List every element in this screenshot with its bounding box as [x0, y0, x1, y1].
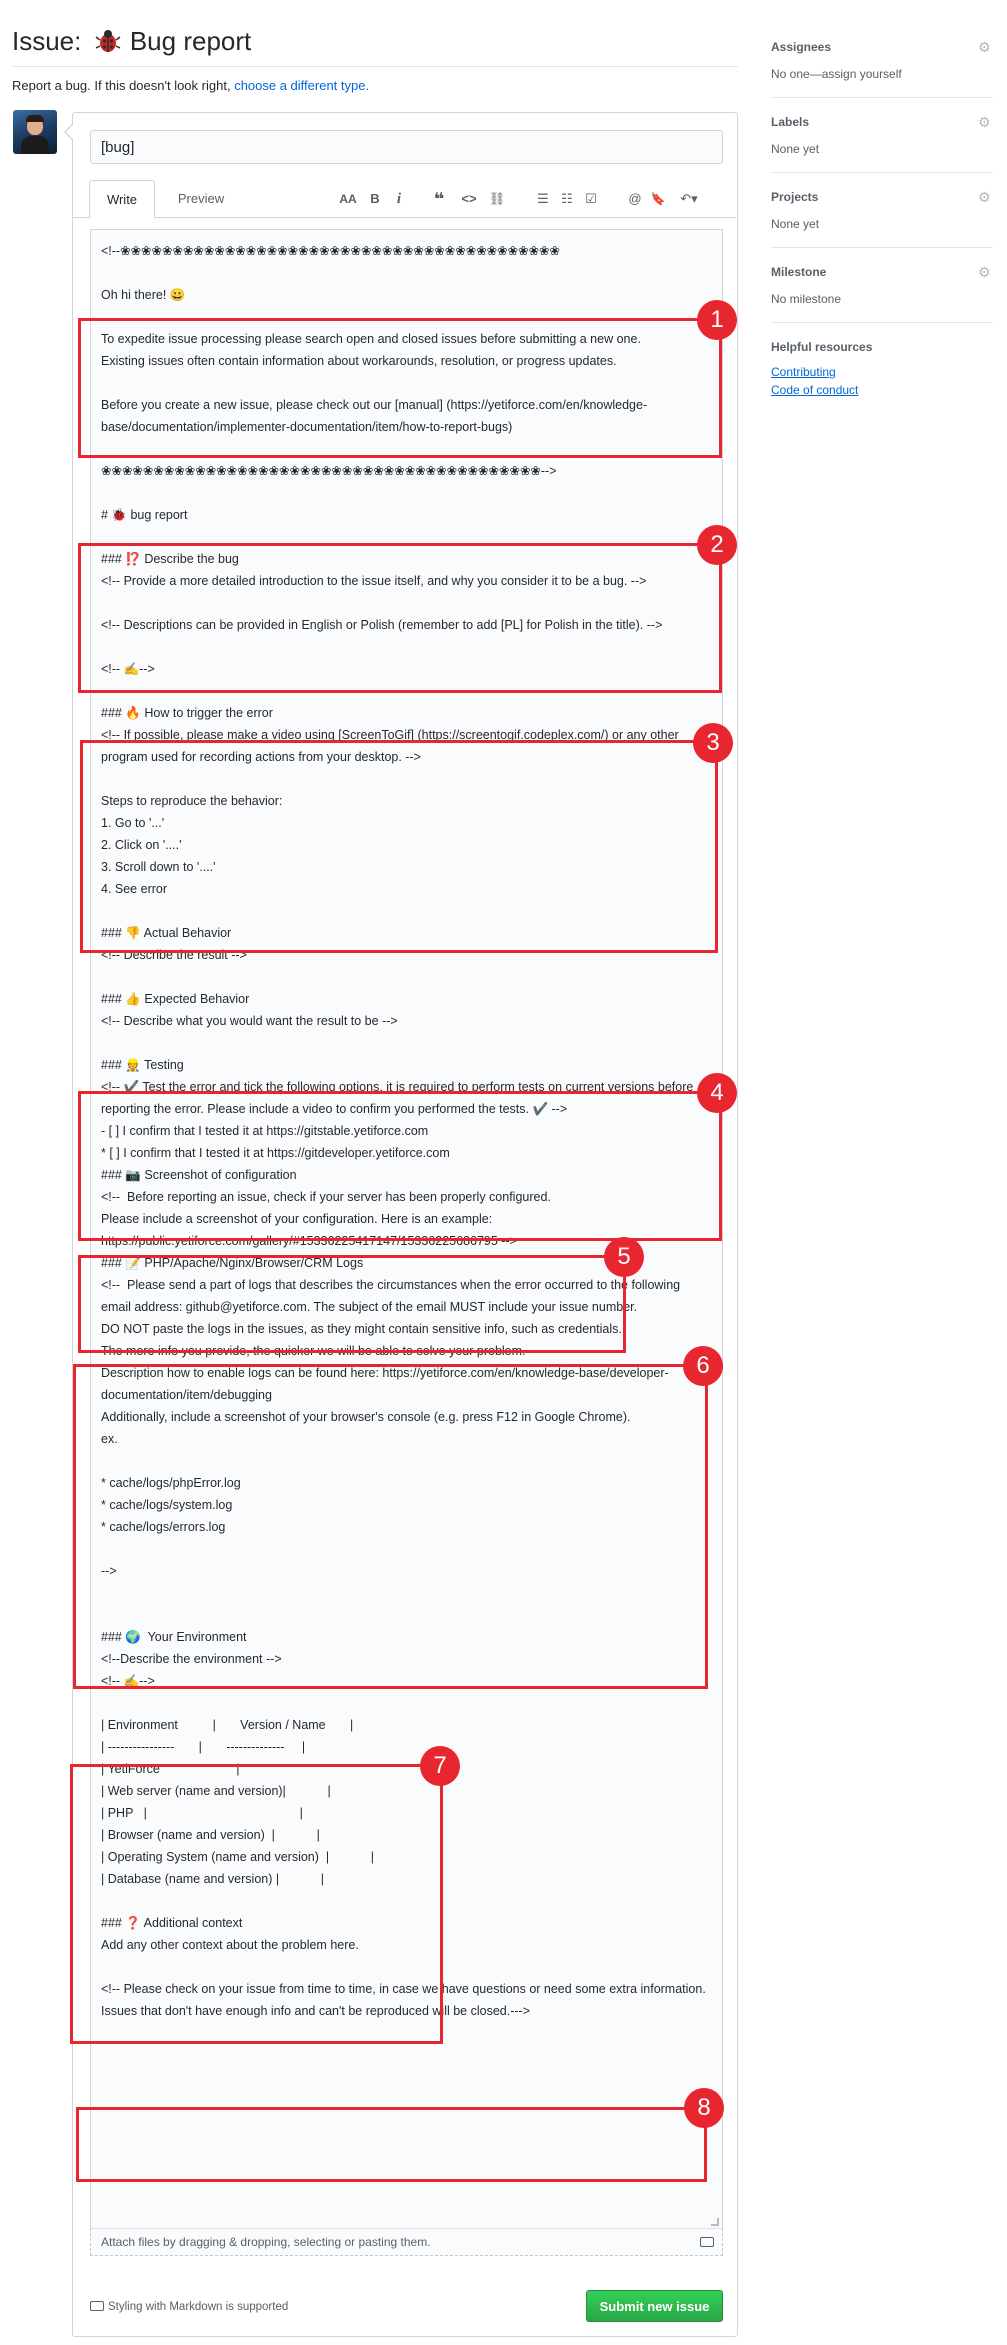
- sidebar-labels: Labels None yet: [771, 115, 993, 156]
- attach-files-dropzone[interactable]: Attach files by dragging & dropping, sel…: [90, 2228, 723, 2256]
- projects-value: None yet: [771, 217, 820, 231]
- submit-new-issue-button[interactable]: Submit new issue: [586, 2290, 723, 2322]
- link-icon[interactable]: ⛓: [488, 190, 506, 208]
- assignees-value[interactable]: No one—assign yourself: [771, 67, 993, 81]
- milestone-heading[interactable]: Milestone: [771, 265, 993, 279]
- code-icon[interactable]: <>: [459, 190, 479, 208]
- attach-hint: Attach files by dragging & dropping, sel…: [101, 2235, 431, 2249]
- saved-reply-icon[interactable]: 🔖: [650, 190, 666, 208]
- italic-icon[interactable]: i: [393, 190, 405, 208]
- heading-icon[interactable]: AA: [338, 190, 358, 208]
- callout-box-3: [80, 740, 718, 953]
- tab-preview[interactable]: Preview: [162, 180, 240, 218]
- callout-box-1: [78, 318, 722, 458]
- markdown-note-text: Styling with Markdown is supported: [108, 2301, 289, 2313]
- callout-box-8: [76, 2107, 707, 2182]
- title-divider: [12, 66, 738, 67]
- gear-icon[interactable]: ⚙: [978, 190, 992, 204]
- gear-icon[interactable]: ⚙: [978, 115, 992, 129]
- callout-badge-7: 7: [420, 1746, 460, 1786]
- callout-badge-3: 3: [693, 723, 733, 763]
- issue-title-input[interactable]: [90, 130, 723, 164]
- sidebar-divider: [771, 97, 993, 98]
- title-prefix: Issue:: [12, 26, 82, 56]
- title-text: Bug report: [129, 26, 252, 56]
- labels-value: None yet: [771, 142, 820, 156]
- callout-box-6: [73, 1364, 708, 1689]
- callout-badge-4: 4: [697, 1073, 737, 1113]
- milestone-value: No milestone: [771, 292, 842, 306]
- sidebar-milestone: Milestone No milestone: [771, 265, 993, 306]
- task-list-icon[interactable]: ☑: [583, 190, 599, 208]
- callout-badge-6: 6: [683, 1346, 723, 1386]
- projects-heading[interactable]: Projects: [771, 190, 993, 204]
- markdown-icon: [90, 2301, 104, 2311]
- callout-badge-2: 2: [697, 525, 737, 565]
- tab-write[interactable]: Write: [89, 180, 155, 219]
- contributing-link[interactable]: Contributing: [771, 363, 993, 381]
- callout-box-7: [70, 1764, 443, 2044]
- bold-icon[interactable]: B: [368, 190, 382, 208]
- sidebar-divider: [771, 322, 993, 323]
- sidebar-divider: [771, 247, 993, 248]
- gear-icon[interactable]: ⚙: [978, 40, 992, 54]
- sidebar-helpful-resources: Helpful resources Contributing Code of c…: [771, 340, 993, 399]
- mention-icon[interactable]: @: [627, 190, 643, 208]
- avatar[interactable]: [13, 110, 57, 154]
- page-title: Issue: Bug report: [12, 26, 251, 57]
- callout-badge-5: 5: [604, 1237, 644, 1277]
- labels-heading[interactable]: Labels: [771, 115, 993, 129]
- numbered-list-icon[interactable]: ☷: [559, 190, 575, 208]
- callout-box-5: [78, 1255, 626, 1353]
- callout-badge-1: 1: [697, 300, 737, 340]
- callout-box-4: [78, 1091, 722, 1241]
- code-of-conduct-link[interactable]: Code of conduct: [771, 381, 993, 399]
- resources-heading: Helpful resources: [771, 340, 873, 354]
- bullet-list-icon[interactable]: ☰: [535, 190, 551, 208]
- resize-handle[interactable]: [711, 2218, 719, 2226]
- bug-icon: [95, 30, 121, 52]
- assignees-heading[interactable]: Assignees: [771, 40, 993, 54]
- quote-icon[interactable]: ❝: [430, 190, 448, 208]
- panel-arrow-fill: [66, 125, 73, 139]
- markdown-icon: [700, 2237, 714, 2247]
- subtitle-text: Report a bug. If this doesn't look right…: [12, 78, 231, 93]
- choose-type-link[interactable]: choose a different type.: [234, 78, 369, 93]
- sidebar-assignees: Assignees No one—assign yourself: [771, 40, 993, 81]
- callout-badge-8: 8: [684, 2088, 724, 2128]
- gear-icon[interactable]: ⚙: [978, 265, 992, 279]
- markdown-note[interactable]: Styling with Markdown is supported: [90, 2301, 288, 2313]
- callout-box-2: [78, 543, 722, 693]
- reply-icon[interactable]: ↶▾: [676, 190, 702, 208]
- sidebar-projects: Projects None yet: [771, 190, 993, 231]
- template-subtitle: Report a bug. If this doesn't look right…: [12, 78, 369, 93]
- sidebar-divider: [771, 172, 993, 173]
